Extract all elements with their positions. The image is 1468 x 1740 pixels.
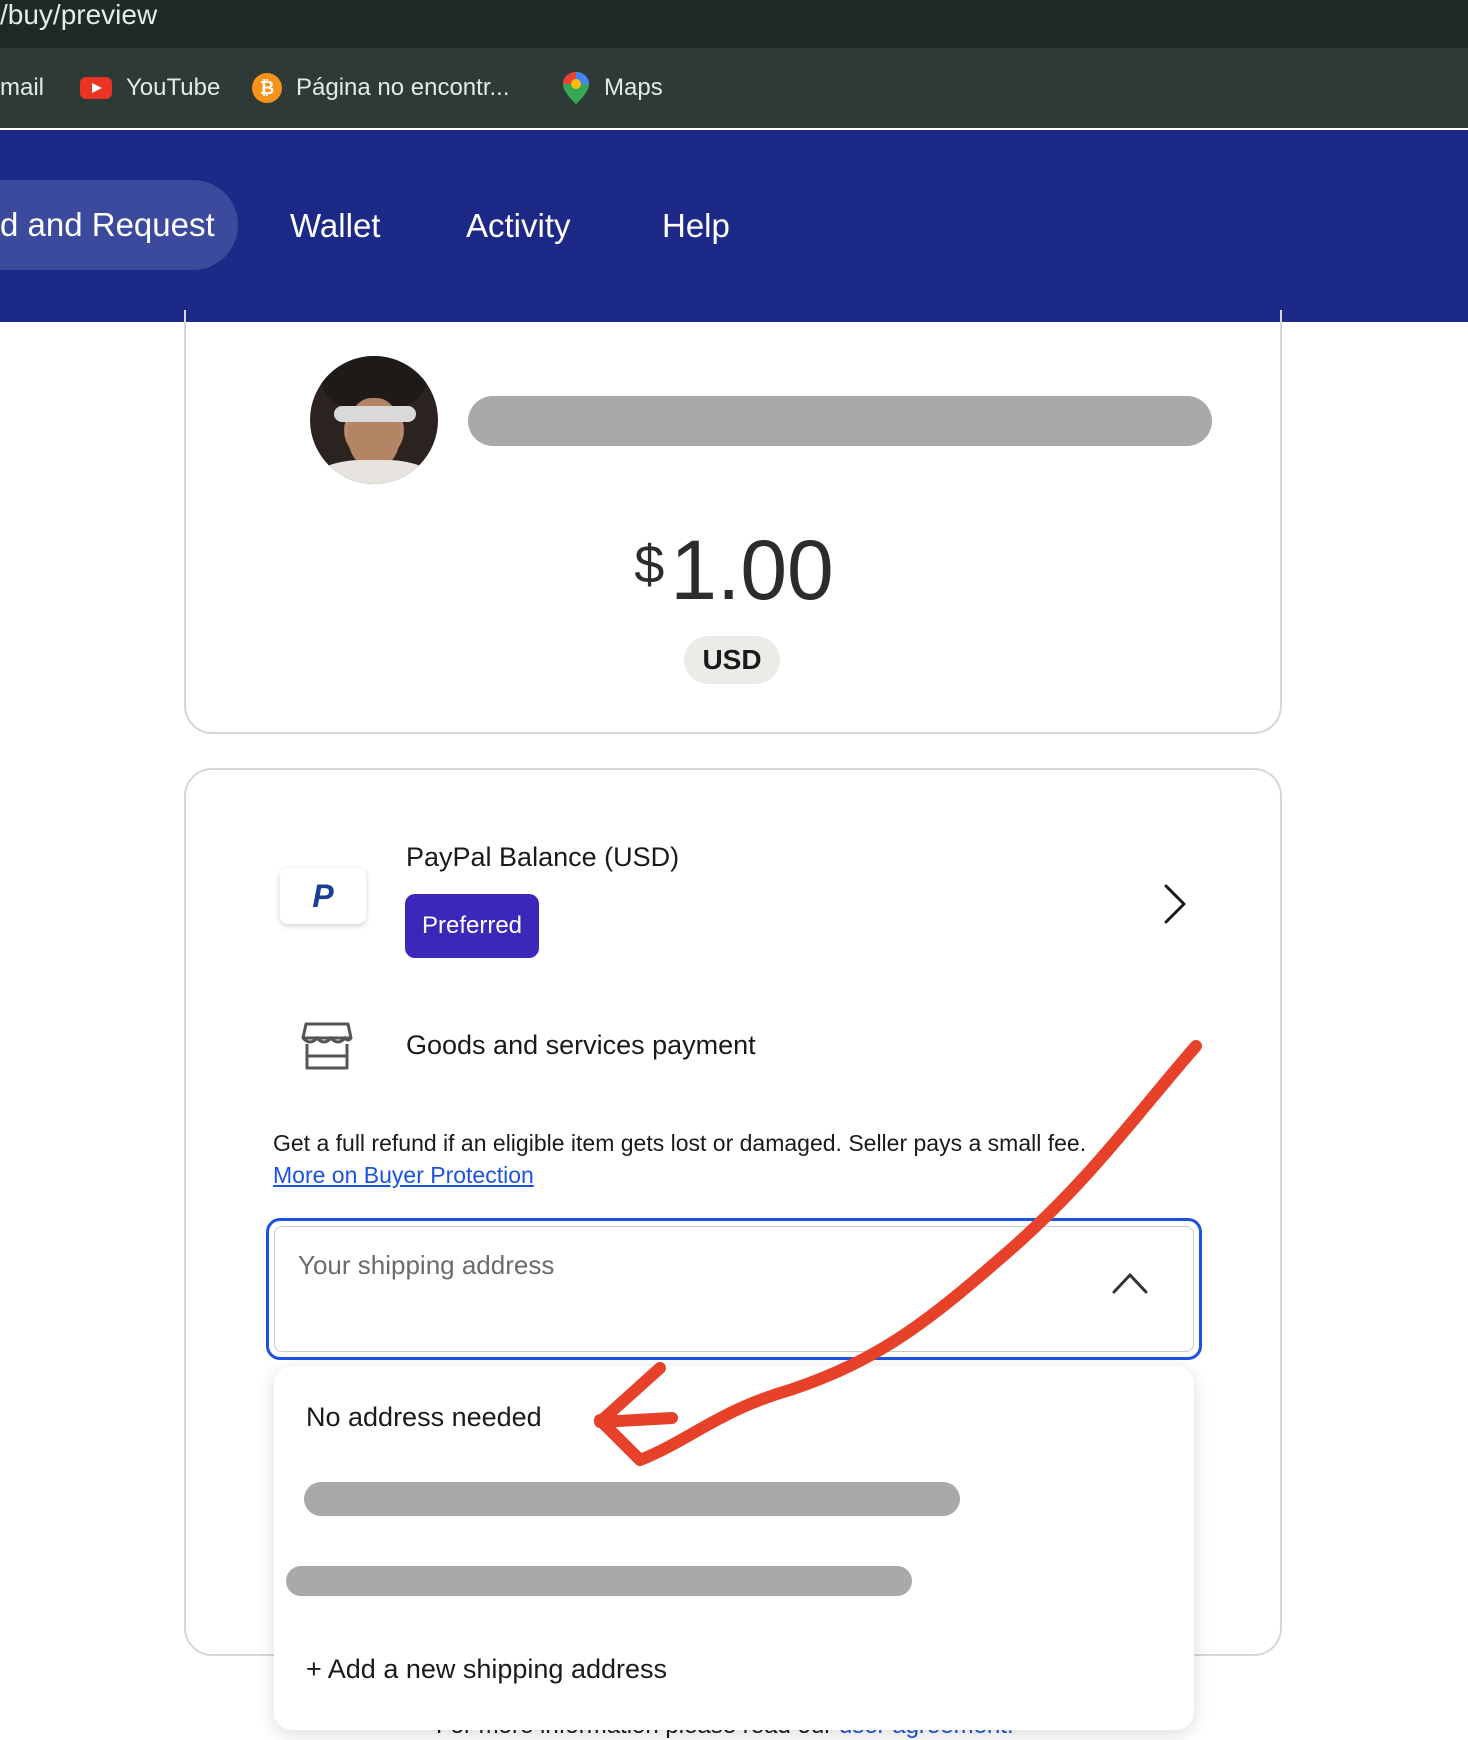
payment-type-label[interactable]: Goods and services payment [406, 1030, 756, 1061]
chevron-right-icon[interactable] [1156, 882, 1192, 926]
shipping-address-select[interactable] [266, 1218, 1202, 1360]
payment-method-title[interactable]: PayPal Balance (USD) [406, 842, 679, 873]
tab-label: Wallet [290, 207, 381, 244]
tab-label: Activity [466, 207, 571, 244]
shipping-address-placeholder: Your shipping address [298, 1250, 555, 1280]
redacted-address-option-1[interactable] [304, 1482, 960, 1516]
preferred-badge: Preferred [405, 894, 539, 958]
option-add-new-address[interactable]: + Add a new shipping address [306, 1654, 667, 1685]
redacted-address-option-2[interactable] [286, 1566, 912, 1596]
browser-url-bar[interactable]: /buy/preview [0, 0, 1468, 48]
bookmark-youtube[interactable]: YouTube [80, 48, 220, 128]
buyer-protection-link[interactable]: More on Buyer Protection [273, 1162, 534, 1189]
url-text[interactable]: /buy/preview [0, 0, 157, 30]
bookmark-label: Página no encontr... [296, 74, 510, 101]
tab-activity[interactable]: Activity [466, 130, 571, 322]
redacted-recipient-name [468, 396, 1212, 446]
redaction-bar [334, 406, 416, 422]
tab-send-and-request[interactable]: d and Request [0, 180, 238, 270]
top-navigation: d and Request Wallet Activity Help [0, 130, 1468, 322]
bookmark-label: YouTube [126, 74, 221, 101]
currency-symbol: $ [634, 535, 665, 595]
store-icon [301, 1022, 353, 1070]
tab-help[interactable]: Help [662, 130, 730, 322]
bookmark-gmail[interactable]: mail [0, 48, 44, 128]
currency-selector[interactable]: USD [684, 636, 780, 684]
maps-pin-icon [563, 72, 589, 104]
bookmark-pagina[interactable]: ₿ Página no encontr... [252, 48, 510, 128]
recipient-avatar [310, 356, 438, 484]
tab-label: Help [662, 207, 730, 244]
bookmarks-bar: mail YouTube ₿ Página no encontr... Maps [0, 48, 1468, 128]
tab-wallet[interactable]: Wallet [290, 130, 380, 322]
chevron-up-icon[interactable] [1110, 1270, 1150, 1296]
bookmark-label: Maps [604, 74, 663, 101]
bookmark-maps[interactable]: Maps [562, 48, 663, 128]
bookmark-label: mail [0, 74, 45, 101]
amount-value: 1.00 [670, 523, 834, 617]
bitcoin-icon: ₿ [252, 73, 282, 103]
option-no-address-needed[interactable]: No address needed [306, 1402, 542, 1433]
tab-label: d and Request [0, 206, 215, 243]
payment-amount: $1.00 [0, 522, 1468, 619]
youtube-icon [80, 77, 112, 99]
paypal-logo-icon: P [280, 868, 366, 924]
buyer-protection-text: Get a full refund if an eligible item ge… [273, 1130, 1087, 1156]
